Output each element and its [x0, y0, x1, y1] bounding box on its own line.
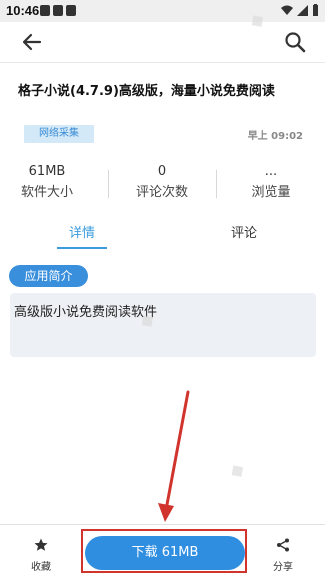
search-button[interactable] — [283, 30, 307, 54]
watermark: ◆ — [225, 457, 249, 484]
share-icon — [277, 538, 289, 552]
stat-views: ... 浏览量 — [221, 163, 321, 203]
app-bar — [0, 22, 325, 62]
arrow-left-icon — [22, 33, 42, 51]
signal-icon — [297, 4, 308, 16]
wifi-icon — [281, 5, 293, 15]
battery-icon — [313, 4, 318, 16]
tab-details[interactable]: 详情 — [42, 222, 122, 241]
notification-icons — [40, 5, 76, 16]
stat-comments: 0 评论次数 — [112, 163, 212, 203]
stat-divider — [108, 170, 109, 198]
highlight-frame — [81, 529, 247, 573]
tab-indicator — [57, 247, 107, 249]
notification-icon — [40, 5, 50, 16]
back-button[interactable] — [20, 30, 44, 54]
intro-pill: 应用简介 — [9, 265, 88, 287]
notification-icon — [66, 5, 76, 16]
status-bar: 10:46 — [0, 0, 325, 22]
stat-value: 61MB — [28, 164, 66, 179]
description-box: 高级版小说免费阅读软件 — [10, 293, 316, 357]
stat-divider — [216, 170, 217, 198]
publish-time: 早上 09:02 — [247, 131, 303, 142]
favorite-button[interactable]: 收藏 — [24, 537, 58, 573]
stat-value: 0 — [157, 164, 167, 179]
stat-label: 软件大小 — [20, 185, 73, 200]
favorite-label: 收藏 — [31, 562, 51, 573]
stat-label: 浏览量 — [251, 185, 291, 200]
page-title: 格子小说(4.7.9)高级版，海量小说免费阅读 — [18, 84, 275, 99]
share-label: 分享 — [273, 562, 293, 573]
source-tag: 网络采集 — [24, 125, 94, 143]
stat-value: ... — [264, 164, 278, 179]
app-bar-divider — [0, 62, 325, 63]
search-icon — [285, 32, 306, 53]
notification-icon — [53, 5, 63, 16]
share-button[interactable]: 分享 — [266, 537, 300, 573]
stat-label: 评论次数 — [135, 185, 188, 200]
status-time: 10:46 — [6, 3, 40, 18]
tab-comments[interactable]: 评论 — [204, 222, 284, 241]
star-icon — [34, 538, 48, 551]
system-icons — [281, 4, 319, 16]
stat-size: 61MB 软件大小 — [0, 163, 97, 203]
